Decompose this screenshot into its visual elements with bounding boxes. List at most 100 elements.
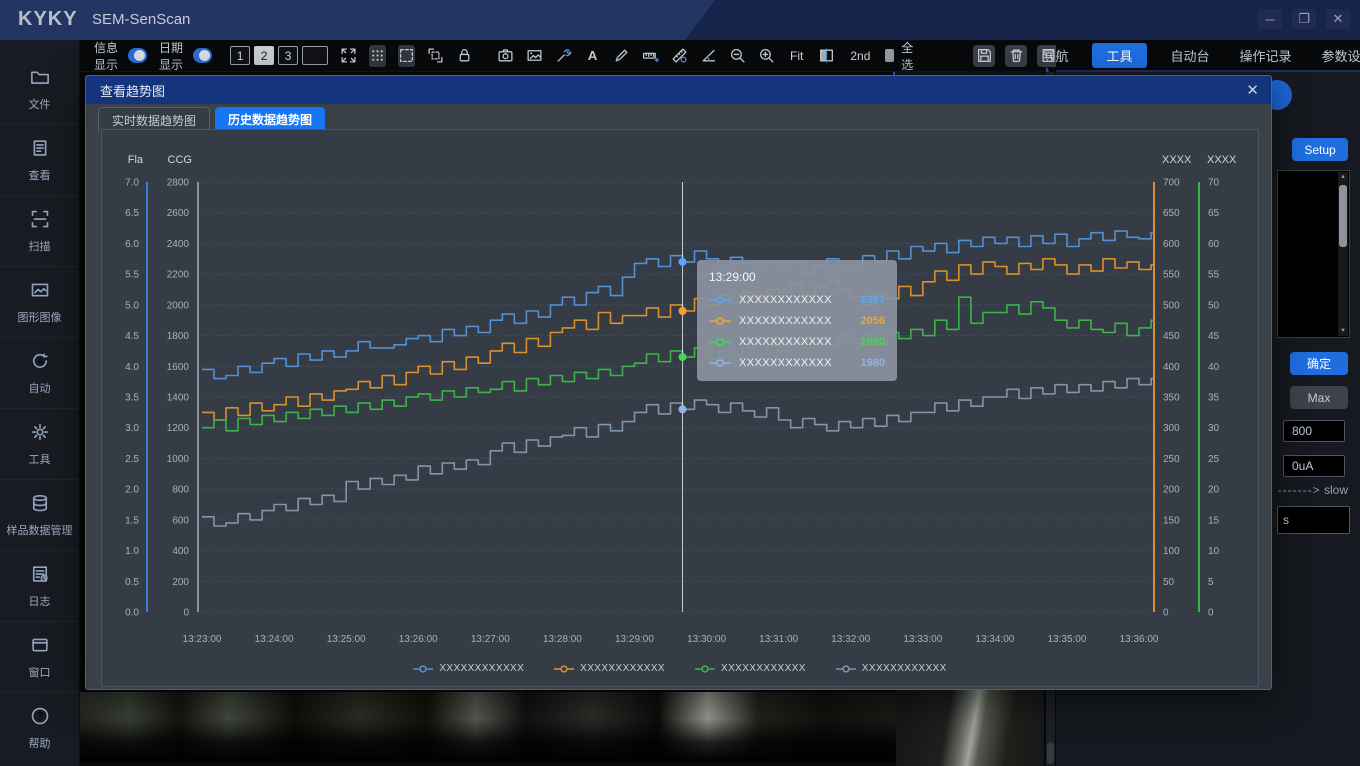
view-slot-3-button[interactable]: 3 <box>278 46 299 65</box>
auto-icon: A <box>30 351 50 376</box>
listbox-scrollbar[interactable]: ▲ ▼ <box>1338 172 1348 336</box>
sidebar-item-folder[interactable]: 文件 <box>0 54 79 124</box>
fit-button[interactable]: Fit <box>787 45 806 67</box>
dialog-header[interactable]: 查看趋势图 ✕ <box>86 76 1271 104</box>
svg-text:450: 450 <box>1163 331 1180 342</box>
scroll-up-icon[interactable]: ▲ <box>1338 172 1348 182</box>
view-icon <box>30 138 50 163</box>
second-detector-button[interactable]: 2nd <box>847 45 873 67</box>
svg-text:700: 700 <box>1163 178 1180 189</box>
series-marker-icon <box>709 338 731 346</box>
angle-measure-icon[interactable] <box>700 45 717 67</box>
menu-tab-导航[interactable]: 导航 <box>1036 43 1074 68</box>
picture-icon[interactable] <box>526 45 543 67</box>
sidebar-item-database[interactable]: 样品数据管理 <box>0 479 79 550</box>
svg-text:20: 20 <box>1208 485 1220 496</box>
zoom-out-icon[interactable] <box>729 45 746 67</box>
scrollbar-handle[interactable] <box>1047 742 1054 764</box>
tooltip-time: 13:29:00 <box>709 270 756 284</box>
zoom-in-icon[interactable] <box>758 45 775 67</box>
view-slot-empty-button[interactable] <box>302 46 329 65</box>
confirm-button[interactable]: 确定 <box>1290 352 1348 375</box>
svg-text:5.0: 5.0 <box>125 300 139 311</box>
sidebar-item-auto[interactable]: A 自动 <box>0 337 79 408</box>
date-display-toggle[interactable] <box>192 48 213 63</box>
legend-item[interactable]: XXXXXXXXXXXX <box>413 663 524 674</box>
svg-text:1200: 1200 <box>167 423 190 434</box>
selection-marquee-icon[interactable] <box>398 44 416 67</box>
svg-text:40: 40 <box>1208 362 1220 373</box>
text-annotation-icon[interactable]: A <box>584 45 601 67</box>
tooltip-series-value: 2056 <box>860 315 885 327</box>
legend-item[interactable]: XXXXXXXXXXXX <box>835 663 947 674</box>
svg-text:13:26:00: 13:26:00 <box>399 634 438 645</box>
menu-tab-工具[interactable]: 工具 <box>1092 42 1147 68</box>
legend-item[interactable]: XXXXXXXXXXXX <box>695 663 806 674</box>
svg-text:400: 400 <box>1163 362 1180 373</box>
minimize-button[interactable]: ─ <box>1258 9 1282 29</box>
svg-text:1.0: 1.0 <box>125 546 139 557</box>
legend-label: XXXXXXXXXXXX <box>580 663 665 674</box>
svg-text:13:33:00: 13:33:00 <box>903 634 942 645</box>
sidebar-item-label: 扫描 <box>28 241 51 253</box>
value-input-800[interactable]: 800 <box>1283 420 1345 442</box>
view-slot-2-button[interactable]: 2 <box>254 46 275 65</box>
parameter-listbox[interactable]: ▲ ▼ <box>1277 170 1350 338</box>
menu-tab-自动台[interactable]: 自动台 <box>1165 43 1216 68</box>
scrollbar-handle[interactable] <box>1339 185 1347 247</box>
svg-text:55: 55 <box>1208 270 1220 281</box>
split-view-icon[interactable] <box>818 45 835 67</box>
sidebar-item-view[interactable]: 查看 <box>0 124 79 195</box>
svg-text:2.5: 2.5 <box>125 454 139 465</box>
max-button[interactable]: Max <box>1290 386 1348 409</box>
tooltip-series-value: 2367 <box>860 294 885 306</box>
app-title: SEM-SenScan <box>92 11 191 28</box>
pen-icon[interactable] <box>613 45 630 67</box>
sidebar-item-gear[interactable]: 工具 <box>0 408 79 479</box>
close-button[interactable]: ✕ <box>1326 9 1350 29</box>
tooltip-series-label: XXXXXXXXXXXX <box>739 294 832 306</box>
trash-icon[interactable] <box>1005 44 1028 67</box>
transform-selection-icon[interactable] <box>427 45 444 67</box>
window-controls: ─ ❐ ✕ <box>1258 9 1350 29</box>
info-display-toggle-group: 信息显示 <box>94 39 148 73</box>
tooltip-series-label: XXXXXXXXXXXX <box>739 315 832 327</box>
sidebar-item-window[interactable]: 窗口 <box>0 621 79 692</box>
save-icon[interactable] <box>973 44 996 67</box>
info-display-toggle[interactable] <box>127 48 148 63</box>
expand-icon[interactable] <box>340 45 357 67</box>
wrench-tools-icon[interactable] <box>555 45 572 67</box>
scroll-down-icon[interactable]: ▼ <box>1338 326 1348 336</box>
maximize-button[interactable]: ❐ <box>1292 9 1316 29</box>
svg-text:500: 500 <box>1163 300 1180 311</box>
ruler-icon[interactable] <box>642 45 660 67</box>
sidebar-item-label: 日志 <box>28 596 51 608</box>
chart-tooltip: 13:29:00 XXXXXXXXXXXX 2367 XXXXXXXXXXXX 205… <box>697 260 897 381</box>
sidebar-item-image[interactable]: 图形图像 <box>0 266 79 337</box>
measure-icon[interactable] <box>671 45 688 67</box>
current-input-0ua[interactable]: 0uA <box>1283 455 1345 477</box>
dialog-close-icon[interactable]: ✕ <box>1246 81 1259 99</box>
lock-icon[interactable] <box>456 45 473 67</box>
series-marker-icon <box>709 296 731 304</box>
trend-chart[interactable]: Fla CCG XXXX XXXX 7.0 2800 700 70 6.5 2600 650 65 6.… <box>102 130 1258 686</box>
sidebar-item-log[interactable]: 日志 <box>0 550 79 621</box>
sidebar-item-scan[interactable]: 扫描 <box>0 195 79 266</box>
dither-pattern-icon[interactable] <box>369 44 387 67</box>
setup-button[interactable]: Setup <box>1292 138 1348 161</box>
sidebar-item-help[interactable]: ? 帮助 <box>0 692 79 763</box>
svg-text:15: 15 <box>1208 515 1220 526</box>
tooltip-series-label: XXXXXXXXXXXX <box>739 336 832 348</box>
camera-icon[interactable] <box>497 45 514 67</box>
seconds-input[interactable]: s <box>1277 506 1350 534</box>
legend-item[interactable]: XXXXXXXXXXXX <box>554 663 665 674</box>
menu-tab-参数设置[interactable]: 参数设置 <box>1316 43 1360 68</box>
svg-text:0: 0 <box>1208 608 1214 619</box>
view-slot-1-button[interactable]: 1 <box>230 46 251 65</box>
menu-tab-操作记录[interactable]: 操作记录 <box>1234 43 1298 68</box>
svg-text:25: 25 <box>1208 454 1220 465</box>
svg-text:400: 400 <box>172 546 189 557</box>
svg-text:10: 10 <box>1208 546 1220 557</box>
image-icon <box>30 280 50 305</box>
select-all-checkbox[interactable] <box>885 49 895 62</box>
